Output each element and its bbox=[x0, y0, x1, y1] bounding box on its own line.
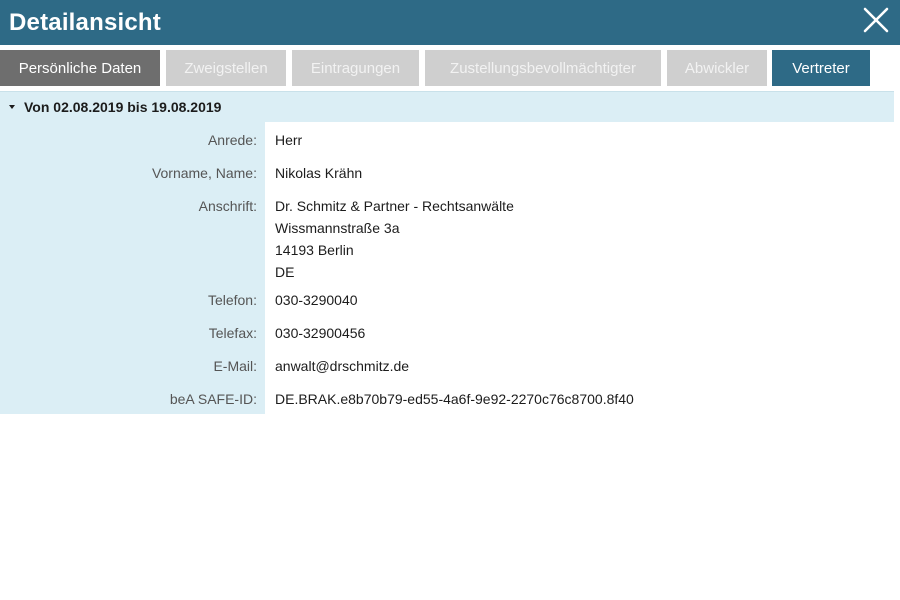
telefon-value: 030-3290040 bbox=[275, 292, 358, 308]
dialog-title: Detailansicht bbox=[9, 8, 161, 36]
telefax-value: 030-32900456 bbox=[275, 325, 366, 341]
anschrift-value: Dr. Schmitz & Partner - Rechtsanwälte Wi… bbox=[275, 198, 514, 286]
address-line: DE bbox=[275, 264, 295, 280]
address-line: 14193 Berlin bbox=[275, 242, 354, 258]
tab-abwickler[interactable]: Abwickler bbox=[667, 50, 767, 86]
close-button[interactable] bbox=[856, 2, 894, 40]
tab-persoenliche-daten[interactable]: Persönliche Daten bbox=[0, 50, 160, 86]
safe-id-label: beA SAFE-ID: bbox=[169, 391, 257, 407]
tab-vertreter[interactable]: Vertreter bbox=[772, 50, 870, 86]
address-line: Wissmannstraße 3a bbox=[275, 220, 400, 236]
title-bar: Detailansicht bbox=[0, 0, 900, 45]
name-label: Vorname, Name: bbox=[151, 165, 257, 181]
period-title: Von 02.08.2019 bis 19.08.2019 bbox=[24, 99, 222, 115]
anschrift-label: Anschrift: bbox=[198, 198, 257, 214]
anrede-value: Herr bbox=[275, 132, 303, 148]
telefon-label: Telefon: bbox=[207, 292, 257, 308]
address-line: Dr. Schmitz & Partner - Rechtsanwälte bbox=[275, 198, 514, 214]
anrede-label: Anrede: bbox=[207, 132, 257, 148]
caret-down-icon bbox=[9, 105, 15, 109]
email-label: E-Mail: bbox=[213, 358, 257, 374]
detail-dialog: Detailansicht Persönliche Daten Zweigste… bbox=[0, 0, 900, 600]
tab-eintragungen[interactable]: Eintragungen bbox=[292, 50, 419, 86]
tab-zweigstellen[interactable]: Zweigstellen bbox=[166, 50, 286, 86]
telefax-label: Telefax: bbox=[208, 325, 257, 341]
period-section-header[interactable]: Von 02.08.2019 bis 19.08.2019 bbox=[0, 91, 894, 122]
email-value: anwalt@drschmitz.de bbox=[275, 358, 410, 374]
tab-zustellungsbevollmaechtigter[interactable]: Zustellungsbevollmächtigter bbox=[425, 50, 661, 86]
safe-id-value: DE.BRAK.e8b70b79-ed55-4a6f-9e92-2270c76c… bbox=[275, 391, 634, 407]
tab-bar: Persönliche Daten Zweigstellen Eintragun… bbox=[0, 45, 900, 90]
close-icon bbox=[863, 7, 889, 33]
name-value: Nikolas Krähn bbox=[275, 165, 363, 181]
